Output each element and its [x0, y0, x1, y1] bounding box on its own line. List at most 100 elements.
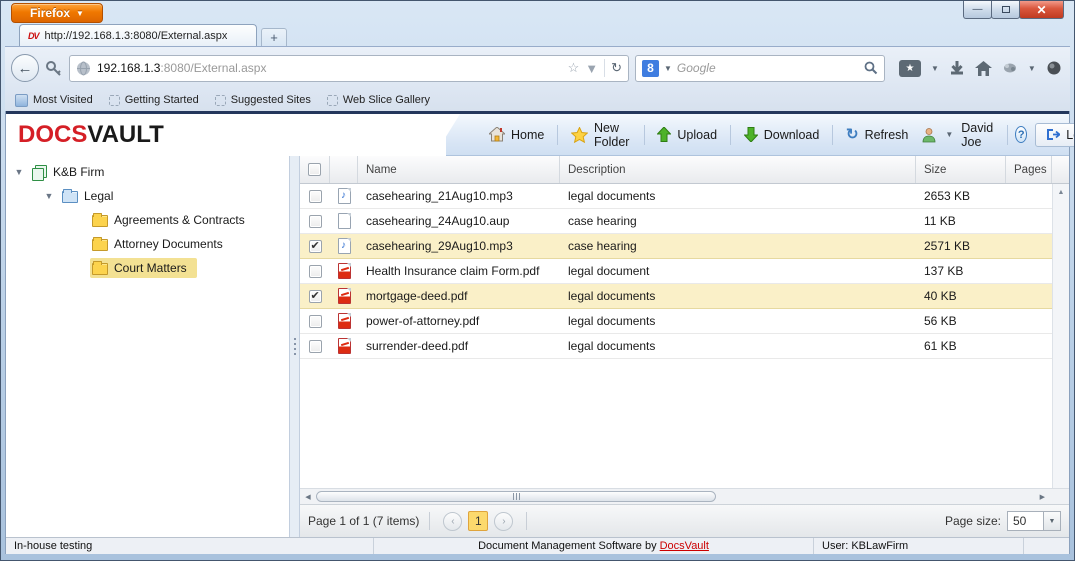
horizontal-scrollbar[interactable]: ◀ ▶ [300, 488, 1069, 504]
browser-tab[interactable]: DV http://192.168.1.3:8080/External.aspx [19, 24, 257, 46]
url-path: :8080/External.aspx [160, 61, 266, 75]
panel-splitter[interactable] [290, 156, 300, 537]
new-tab-button[interactable]: + [261, 28, 287, 46]
tree-item-legal[interactable]: ▼ Legal [6, 184, 289, 208]
home-icon[interactable] [975, 61, 992, 76]
search-engine-dropdown-icon[interactable]: ▼ [664, 64, 672, 73]
scroll-up-icon[interactable]: ▲ [1053, 184, 1069, 200]
back-button[interactable]: ← [11, 54, 39, 82]
table-row[interactable]: power-of-attorney.pdf legal documents 56… [300, 309, 1052, 334]
logout-button[interactable]: Logout [1035, 123, 1075, 147]
file-size: 40 KB [916, 289, 1006, 303]
file-size: 61 KB [916, 339, 1006, 353]
table-row[interactable]: Health Insurance claim Form.pdf legal do… [300, 259, 1052, 284]
bookmarks-menu-icon[interactable]: ★ [899, 60, 921, 77]
row-checkbox[interactable] [309, 215, 322, 228]
file-name[interactable]: surrender-deed.pdf [358, 339, 560, 353]
menu-new-folder[interactable]: New Folder [558, 114, 644, 155]
urlbar-divider [604, 59, 605, 77]
restore-button[interactable] [991, 1, 1020, 19]
reload-icon[interactable]: ↻ [611, 60, 622, 76]
row-checkbox[interactable] [309, 240, 322, 253]
page-size-value[interactable]: 50 [1007, 511, 1043, 531]
url-bar[interactable]: 192.168.1.3:8080/External.aspx ☆ ▼ ↻ [69, 55, 629, 82]
current-page-button[interactable]: 1 [468, 511, 488, 531]
file-name[interactable]: casehearing_29Aug10.mp3 [358, 239, 560, 253]
tree-label: K&B Firm [53, 165, 104, 179]
row-checkbox[interactable] [309, 315, 322, 328]
menu-home[interactable]: Home [476, 114, 557, 155]
bookmark-suggested-sites[interactable]: Suggested Sites [215, 94, 311, 106]
prev-page-button[interactable]: ‹ [443, 512, 462, 531]
addon-dropdown-icon[interactable]: ▼ [1028, 64, 1036, 73]
file-size: 2653 KB [916, 189, 1006, 203]
addon2-icon[interactable] [1046, 60, 1062, 76]
google-engine-icon[interactable]: 8 [642, 60, 659, 77]
vertical-scrollbar[interactable]: ▲ [1052, 184, 1069, 488]
app-header: DOCSVAULT Home New Folder Upload [6, 114, 1069, 156]
file-name[interactable]: casehearing_21Aug10.mp3 [358, 189, 560, 203]
tree-item-attorney-documents[interactable]: Attorney Documents [6, 232, 289, 256]
select-all-header[interactable] [300, 156, 330, 183]
tree-expand-icon[interactable]: ▼ [14, 167, 24, 177]
logout-label: Logout [1066, 128, 1075, 142]
row-checkbox[interactable] [309, 265, 322, 278]
user-icon[interactable] [921, 127, 937, 143]
row-checkbox[interactable] [309, 190, 322, 203]
file-name[interactable]: casehearing_24Aug10.aup [358, 214, 560, 228]
bookmark-getting-started[interactable]: Getting Started [109, 94, 199, 106]
close-button[interactable]: ✕ [1019, 1, 1064, 19]
menu-download[interactable]: Download [731, 114, 833, 155]
page-size-dropdown-icon[interactable]: ▼ [1043, 511, 1061, 531]
table-row[interactable]: mortgage-deed.pdf legal documents 40 KB [300, 284, 1052, 309]
description-column-header[interactable]: Description [560, 156, 916, 183]
file-name[interactable]: Health Insurance claim Form.pdf [358, 264, 560, 278]
minimize-button[interactable]: — [963, 1, 992, 19]
search-box[interactable]: 8 ▼ Google [635, 55, 885, 82]
tree-expand-icon[interactable]: ▼ [44, 191, 54, 201]
url-dropdown-icon[interactable]: ▼ [585, 61, 598, 76]
scroll-left-icon[interactable]: ◀ [300, 493, 316, 501]
file-description: case hearing [560, 239, 916, 253]
next-page-button[interactable]: › [494, 512, 513, 531]
tree-label: Legal [84, 189, 113, 203]
bookmark-star-icon[interactable]: ☆ [568, 60, 580, 76]
name-column-header[interactable]: Name [358, 156, 560, 183]
file-description: legal documents [560, 314, 916, 328]
search-icon[interactable] [864, 61, 878, 75]
menu-label: Upload [677, 128, 717, 142]
logout-icon [1046, 128, 1060, 141]
firefox-menu-button[interactable]: Firefox ▼ [11, 3, 103, 23]
addon-icon[interactable] [1002, 61, 1018, 75]
size-column-header[interactable]: Size [916, 156, 1006, 183]
docsvault-link[interactable]: DocsVault [660, 540, 709, 552]
menu-refresh[interactable]: ↻ Refresh [833, 114, 921, 155]
bookmark-web-slice-gallery[interactable]: Web Slice Gallery [327, 94, 430, 106]
row-checkbox[interactable] [309, 290, 322, 303]
file-name[interactable]: mortgage-deed.pdf [358, 289, 560, 303]
help-icon[interactable]: ? [1015, 126, 1027, 143]
table-row[interactable]: casehearing_24Aug10.aup case hearing 11 … [300, 209, 1052, 234]
tree-item-kb-firm[interactable]: ▼ K&B Firm [6, 160, 289, 184]
downloads-icon[interactable] [949, 60, 965, 76]
table-row[interactable]: casehearing_21Aug10.mp3 legal documents … [300, 184, 1052, 209]
key-icon[interactable] [45, 59, 63, 77]
scrollbar-thumb[interactable] [316, 491, 716, 502]
user-dropdown-icon[interactable]: ▼ [945, 130, 953, 139]
tree-item-agreements-contracts[interactable]: Agreements & Contracts [6, 208, 289, 232]
page-summary: Page 1 of 1 (7 items) [308, 514, 419, 528]
menu-separator [1007, 125, 1008, 145]
scroll-right-icon[interactable]: ▶ [1040, 493, 1045, 501]
menu-upload[interactable]: Upload [644, 114, 730, 155]
bookmark-most-visited[interactable]: Most Visited [15, 94, 93, 107]
row-checkbox[interactable] [309, 340, 322, 353]
pages-column-header[interactable]: Pages [1006, 156, 1052, 183]
file-name[interactable]: power-of-attorney.pdf [358, 314, 560, 328]
table-row[interactable]: surrender-deed.pdf legal documents 61 KB [300, 334, 1052, 359]
tree-item-court-matters[interactable]: Court Matters [6, 256, 289, 280]
select-all-checkbox[interactable] [308, 163, 321, 176]
tree-label: Agreements & Contracts [114, 213, 245, 227]
bookmarks-dropdown-icon[interactable]: ▼ [931, 64, 939, 73]
document-grid: Name Description Size Pages casehearing_… [300, 156, 1069, 537]
table-row[interactable]: casehearing_29Aug10.mp3 case hearing 257… [300, 234, 1052, 259]
